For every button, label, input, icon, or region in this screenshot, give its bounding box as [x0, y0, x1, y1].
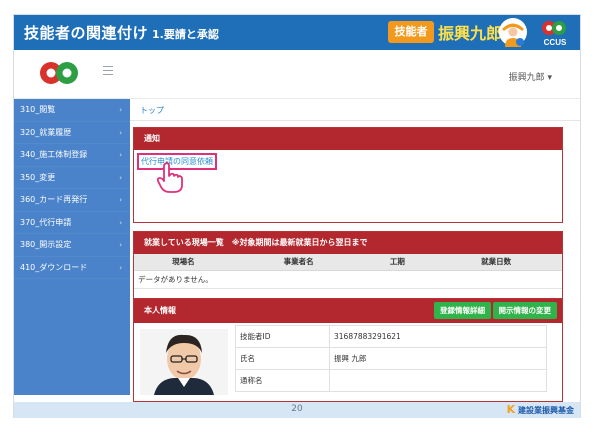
sidebar-item-label: 370_代行申請 [20, 217, 72, 227]
name-value: 振興 九郎 [329, 347, 547, 370]
ccus-app-logo-icon[interactable] [38, 60, 82, 86]
svg-text:CCUS: CCUS [544, 38, 567, 47]
chevron-right-icon: › [119, 241, 122, 249]
table-row: 氏名 振興 九郎 [235, 347, 547, 370]
sidebar-item[interactable]: 370_代行申請 › [14, 212, 130, 234]
pointer-hand-icon [156, 162, 183, 193]
worker-id-label: 技能者ID [235, 325, 330, 348]
breadcrumb-bar: トップ [130, 99, 580, 121]
sidebar-item-label: 380_開示設定 [20, 240, 72, 249]
foundation-logo-icon: K [506, 403, 516, 416]
slide-subtitle: 1.要請と承認 [152, 28, 219, 41]
slide-title: 技能者の関連付け [24, 24, 149, 42]
sidebar-item[interactable]: 410_ダウンロード › [14, 257, 130, 279]
notice-panel: 通知 代行申請の同意依頼 [133, 127, 563, 223]
app-header: 振興九郎 ▾ [14, 50, 580, 99]
chevron-right-icon: › [119, 196, 122, 204]
personal-info-heading: 本人情報 登録情報詳細 開示情報の変更 [134, 299, 562, 323]
sidebar-item-label: 340_施工体制登録 [20, 150, 88, 159]
registration-detail-button[interactable]: 登録情報詳細 [434, 302, 491, 319]
change-disclosure-button[interactable]: 開示情報の変更 [492, 302, 557, 319]
chevron-right-icon: › [119, 151, 122, 159]
chevron-right-icon: › [119, 128, 122, 137]
sidebar-item[interactable]: 310_閲覧 › [14, 99, 130, 122]
sidebar-item[interactable]: 380_開示設定 › [14, 234, 130, 257]
user-menu-dropdown[interactable]: 振興九郎 ▾ [509, 70, 552, 83]
worker-photo [140, 329, 228, 395]
alias-value [329, 369, 547, 392]
work-sites-panel: 就業している現場一覧 ※対象期間は最新就業日から翌日まで 現場名 事業者名 工期… [133, 231, 563, 303]
name-label: 氏名 [235, 347, 330, 370]
col-site-name[interactable]: 現場名 [134, 254, 233, 271]
sidebar-item[interactable]: 360_カード再発行 › [14, 189, 130, 212]
personal-info-table: 技能者ID 31687883291621 氏名 振興 九郎 通称名 [235, 325, 547, 392]
col-company-name[interactable]: 事業者名 [232, 254, 365, 271]
sidebar-item[interactable]: 320_就業履歴 › [14, 122, 130, 144]
slide-frame: 技能者の関連付け 1.要請と承認 技能者 振興九郎 CCUS 振興九郎 ▾ 31… [13, 14, 581, 418]
breadcrumb[interactable]: トップ [140, 105, 164, 116]
chevron-right-icon: › [119, 263, 122, 272]
worker-avatar-icon [499, 18, 527, 47]
col-construction-period[interactable]: 工期 [364, 254, 431, 271]
alias-label: 通称名 [235, 369, 330, 392]
sidebar-item-label: 310_閲覧 [20, 105, 56, 114]
sidebar-item[interactable]: 350_変更 › [14, 167, 130, 189]
foundation-name: 建設業振興基金 [518, 406, 574, 415]
empty-message: データがありません。 [134, 270, 562, 289]
slide-footer: 20 K 建設業振興基金 [14, 402, 580, 418]
page-number: 20 [291, 404, 303, 414]
work-sites-header-row: 現場名 事業者名 工期 就業日数 [134, 254, 562, 271]
worker-portrait-icon [140, 329, 228, 395]
work-sites-heading: 就業している現場一覧 ※対象期間は最新就業日から翌日まで [134, 232, 562, 254]
work-sites-table: 現場名 事業者名 工期 就業日数 データがありません。 [134, 254, 562, 289]
sidebar-item-label: 350_変更 [20, 172, 56, 182]
table-row: 通称名 [235, 369, 547, 392]
title-bar: 技能者の関連付け 1.要請と承認 技能者 振興九郎 CCUS [14, 15, 580, 50]
title-username: 振興九郎 [438, 24, 503, 43]
sidebar-item-label: 410_ダウンロード [20, 262, 88, 272]
foundation-logo: K 建設業振興基金 [507, 403, 574, 416]
sidebar-item-label: 360_カード再発行 [20, 195, 88, 204]
sidebar-item[interactable]: 340_施工体制登録 › [14, 144, 130, 167]
menu-toggle-icon[interactable] [103, 66, 113, 76]
chevron-right-icon: › [119, 106, 122, 114]
sidebar-item-label: 320_就業履歴 [20, 127, 72, 137]
chevron-right-icon: › [119, 173, 122, 182]
ccus-logo-icon: CCUS [542, 21, 567, 47]
role-badge: 技能者 [388, 21, 434, 43]
sidebar: 310_閲覧 › 320_就業履歴 › 340_施工体制登録 › 350_変更 › 360_カー… [14, 99, 130, 395]
notice-heading: 通知 [134, 128, 562, 150]
worker-id-value: 31687883291621 [329, 325, 547, 348]
col-work-days[interactable]: 就業日数 [430, 254, 562, 271]
table-row: 技能者ID 31687883291621 [235, 325, 547, 348]
chevron-right-icon: › [119, 218, 122, 227]
table-row: データがありません。 [134, 270, 562, 289]
personal-info-title: 本人情報 [144, 306, 176, 315]
personal-info-panel: 本人情報 登録情報詳細 開示情報の変更 技能者ID 31687883291621 [133, 298, 563, 402]
